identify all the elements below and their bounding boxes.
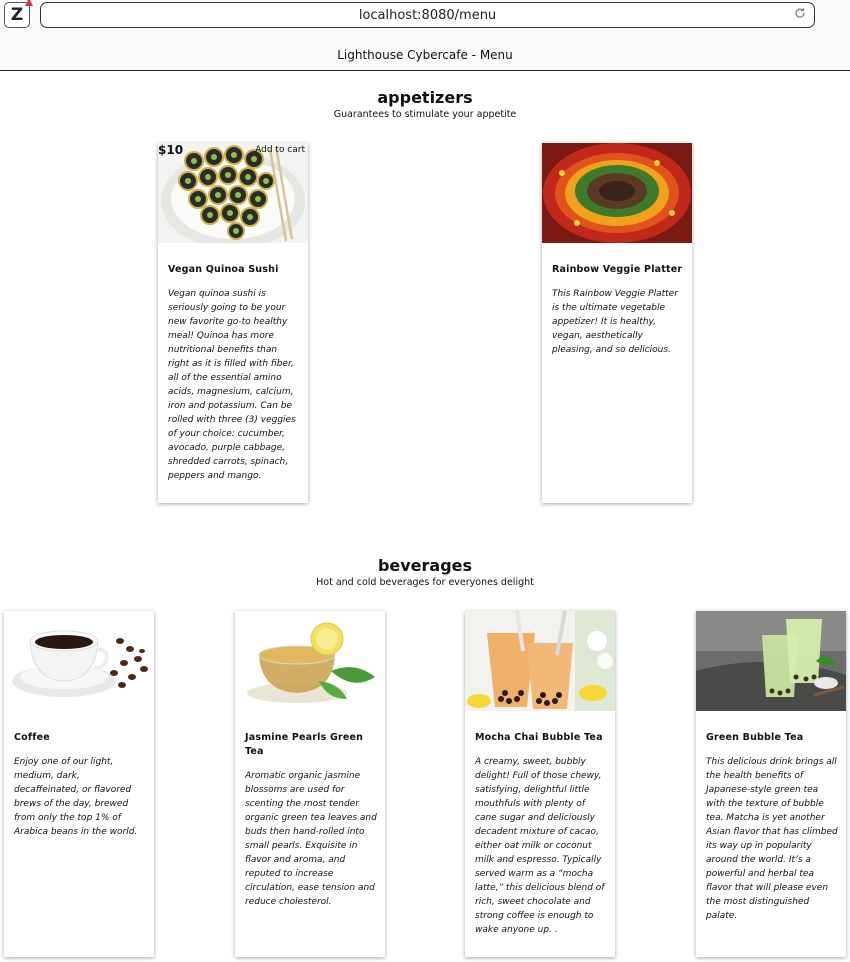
menu-card-jasmine-green-tea[interactable]: Jasmine Pearls Green Tea Aromatic organi… [235,611,385,957]
sushi-image: $10 Add to cart [158,143,308,243]
section-title-beverages: beverages [377,556,473,575]
veggie-platter-image [542,143,692,243]
item-name: Coffee [14,732,50,743]
green-bubble-tea-image [696,611,846,711]
price-label: $10 [158,143,184,157]
item-name: Mocha Chai Bubble Tea [475,732,603,743]
menu-card-green-bubble-tea[interactable]: Green Bubble Tea This delicious drink br… [696,611,846,957]
add-to-cart-button[interactable]: Add to cart [255,145,305,155]
item-description: This delicious drink brings all the heal… [706,757,838,921]
menu-card-coffee[interactable]: Coffee Enjoy one of our light, medium, d… [4,611,154,957]
item-description: This Rainbow Veggie Platter is the ultim… [552,289,678,355]
item-description: Vegan quinoa sushi is seriously going to… [168,289,296,481]
item-name: Green Bubble Tea [706,732,804,743]
page-tab-title: Lighthouse Cybercafe - Menu [337,48,513,62]
section-title-appetizers: appetizers [377,88,473,107]
reload-icon[interactable] [792,7,808,23]
address-bar[interactable]: localhost:8080/menu [40,2,815,28]
coffee-image [4,611,154,711]
menu-card-mocha-chai-bubble-tea[interactable]: Mocha Chai Bubble Tea A creamy, sweet, b… [465,611,615,957]
menu-card-vegan-quinoa-sushi[interactable]: $10 Add to cart Vegan Quinoa Sushi Vegan… [158,143,308,503]
menu-card-rainbow-veggie-platter[interactable]: Rainbow Veggie Platter This Rainbow Vegg… [542,143,692,503]
url-text: localhost:8080/menu [358,7,497,23]
bubble-tea-image [465,611,615,711]
item-name: Rainbow Veggie Platter [552,264,683,275]
item-name: Jasmine Pearls Green Tea [245,732,364,757]
browser-extension-button[interactable]: Z [4,0,33,28]
section-subtitle-appetizers: Guarantees to stimulate your appetite [333,109,517,120]
item-description: Enjoy one of our light, medium, dark, de… [14,757,138,837]
item-description: Aromatic organic jasmine blossoms are us… [245,771,377,907]
browser-chrome: Z localhost:8080/menu Lighthouse Cyberca… [0,0,850,71]
item-name: Vegan Quinoa Sushi [168,264,279,275]
green-tea-image [235,611,385,711]
item-description: A creamy, sweet, bubbly delight! Full of… [475,757,605,935]
section-subtitle-beverages: Hot and cold beverages for everyones del… [316,577,534,588]
notification-icon [25,0,33,6]
